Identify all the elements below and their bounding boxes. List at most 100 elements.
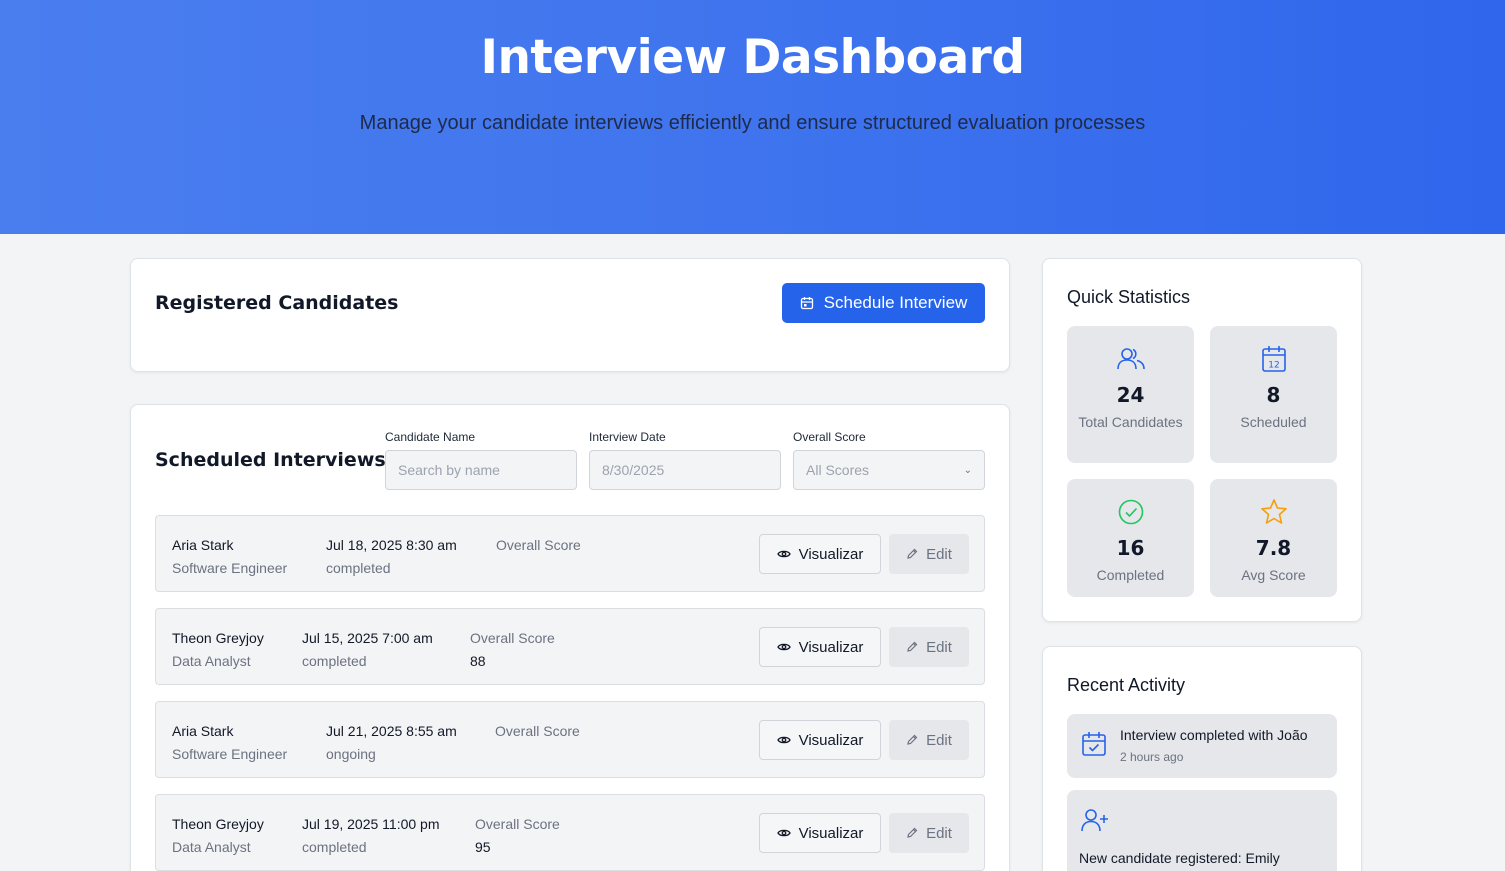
registered-candidates-title: Registered Candidates: [155, 292, 399, 314]
users-icon: [1116, 348, 1145, 370]
overall-score-label: Overall Score: [496, 537, 581, 553]
calendar-icon: [800, 297, 813, 310]
interview-date-filter: Interview Date 8/30/2025: [589, 430, 781, 490]
edit-label: Edit: [926, 545, 952, 563]
pencil-icon: [907, 734, 918, 745]
view-button[interactable]: Visualizar: [759, 813, 881, 853]
check-circle-icon: [1118, 499, 1143, 525]
edit-label: Edit: [926, 731, 952, 749]
interview-row: Aria Stark Software Engineer Jul 21, 202…: [155, 701, 985, 778]
stat-label: Scheduled: [1240, 414, 1307, 430]
stat-value: 7.8: [1255, 536, 1292, 560]
activity-text: Interview completed with João: [1120, 727, 1308, 743]
edit-button[interactable]: Edit: [889, 720, 969, 760]
registered-candidates-card: Registered Candidates Schedule Interview: [130, 258, 1010, 372]
scheduled-interviews-card: Scheduled Interviews Candidate Name Inte…: [130, 404, 1010, 871]
interview-status: completed: [302, 653, 367, 669]
activity-item: New candidate registered: Emily: [1067, 790, 1337, 871]
stat-label: Total Candidates: [1078, 414, 1183, 430]
candidate-name: Aria Stark: [172, 537, 234, 553]
view-label: Visualizar: [798, 824, 864, 842]
overall-score-filter-label: Overall Score: [793, 430, 866, 444]
overall-score-filter: Overall Score All Scores ⌄: [793, 430, 985, 490]
interview-date-label: Interview Date: [589, 430, 666, 444]
quick-statistics-card: Quick Statistics 24 Total Candidates 12 …: [1042, 258, 1362, 622]
calendar-check-icon: [1082, 732, 1106, 756]
view-button[interactable]: Visualizar: [759, 627, 881, 667]
pencil-icon: [907, 548, 918, 559]
activity-item: Interview completed with João 2 hours ag…: [1067, 714, 1337, 778]
overall-score-label: Overall Score: [495, 723, 580, 739]
view-button[interactable]: Visualizar: [759, 720, 881, 760]
candidate-name: Theon Greyjoy: [172, 816, 264, 832]
calendar-icon: 12: [1261, 346, 1286, 372]
stat-scheduled: 12 8 Scheduled: [1210, 326, 1337, 463]
interview-status: completed: [302, 839, 367, 855]
overall-score-value: 88: [470, 653, 486, 669]
interview-date-input[interactable]: 8/30/2025: [589, 450, 781, 490]
stat-value: 16: [1116, 536, 1145, 560]
activity-text: New candidate registered: Emily: [1079, 850, 1280, 866]
view-button[interactable]: Visualizar: [759, 534, 881, 574]
interview-datetime: Jul 19, 2025 11:00 pm: [302, 816, 440, 832]
recent-activity-title: Recent Activity: [1067, 675, 1186, 695]
candidate-name-input[interactable]: [385, 450, 577, 490]
interview-status: completed: [326, 560, 391, 576]
overall-score-value: 95: [475, 839, 491, 855]
pencil-icon: [907, 641, 918, 652]
eye-icon: [776, 829, 791, 837]
pencil-icon: [907, 827, 918, 838]
view-label: Visualizar: [798, 731, 864, 749]
view-label: Visualizar: [798, 638, 864, 656]
candidate-name: Aria Stark: [172, 723, 234, 739]
interview-datetime: Jul 18, 2025 8:30 am: [326, 537, 457, 553]
edit-label: Edit: [926, 824, 952, 842]
stat-avg-score: 7.8 Avg Score: [1210, 479, 1337, 597]
candidate-name-filter: Candidate Name: [385, 430, 577, 490]
page-header: Interview Dashboard Manage your candidat…: [0, 0, 1505, 234]
candidate-role: Data Analyst: [172, 653, 251, 669]
stat-label: Completed: [1096, 567, 1165, 583]
activity-time: 2 hours ago: [1120, 750, 1184, 764]
interview-date-value: 8/30/2025: [602, 462, 665, 478]
schedule-interview-label: Schedule Interview: [823, 293, 968, 312]
eye-icon: [776, 736, 791, 744]
edit-button[interactable]: Edit: [889, 813, 969, 853]
chevron-down-icon: ⌄: [963, 464, 972, 476]
edit-button[interactable]: Edit: [889, 627, 969, 667]
schedule-interview-button[interactable]: Schedule Interview: [782, 283, 985, 323]
interview-datetime: Jul 21, 2025 8:55 am: [326, 723, 457, 739]
svg-text:12: 12: [1268, 361, 1279, 371]
candidate-role: Software Engineer: [172, 746, 288, 762]
stat-label: Avg Score: [1241, 567, 1306, 583]
interview-row: Theon Greyjoy Data Analyst Jul 15, 2025 …: [155, 608, 985, 685]
user-plus-icon: [1081, 809, 1108, 832]
interview-row: Aria Stark Software Engineer Jul 18, 202…: [155, 515, 985, 592]
star-icon: [1260, 499, 1287, 524]
scheduled-interviews-title: Scheduled Interviews: [155, 449, 386, 471]
interview-row: Theon Greyjoy Data Analyst Jul 19, 2025 …: [155, 794, 985, 871]
stat-value: 24: [1116, 383, 1145, 407]
overall-score-label: Overall Score: [470, 630, 555, 646]
edit-button[interactable]: Edit: [889, 534, 969, 574]
recent-activity-card: Recent Activity Interview completed with…: [1042, 646, 1362, 871]
interview-datetime: Jul 15, 2025 7:00 am: [302, 630, 433, 646]
view-label: Visualizar: [798, 545, 864, 563]
quick-statistics-title: Quick Statistics: [1067, 287, 1191, 307]
stat-total-candidates: 24 Total Candidates: [1067, 326, 1194, 463]
interview-status: ongoing: [326, 746, 376, 762]
candidate-name-label: Candidate Name: [385, 430, 476, 444]
overall-score-select[interactable]: All Scores ⌄: [793, 450, 985, 490]
overall-score-select-value: All Scores: [806, 462, 870, 478]
candidate-role: Software Engineer: [172, 560, 288, 576]
page-title: Interview Dashboard: [480, 30, 1025, 85]
stat-value: 8: [1266, 383, 1281, 407]
stat-completed: 16 Completed: [1067, 479, 1194, 597]
page-subtitle: Manage your candidate interviews efficie…: [359, 112, 1146, 134]
eye-icon: [776, 550, 791, 558]
eye-icon: [776, 643, 791, 651]
edit-label: Edit: [926, 638, 952, 656]
overall-score-label: Overall Score: [475, 816, 560, 832]
candidate-name: Theon Greyjoy: [172, 630, 264, 646]
candidate-role: Data Analyst: [172, 839, 251, 855]
